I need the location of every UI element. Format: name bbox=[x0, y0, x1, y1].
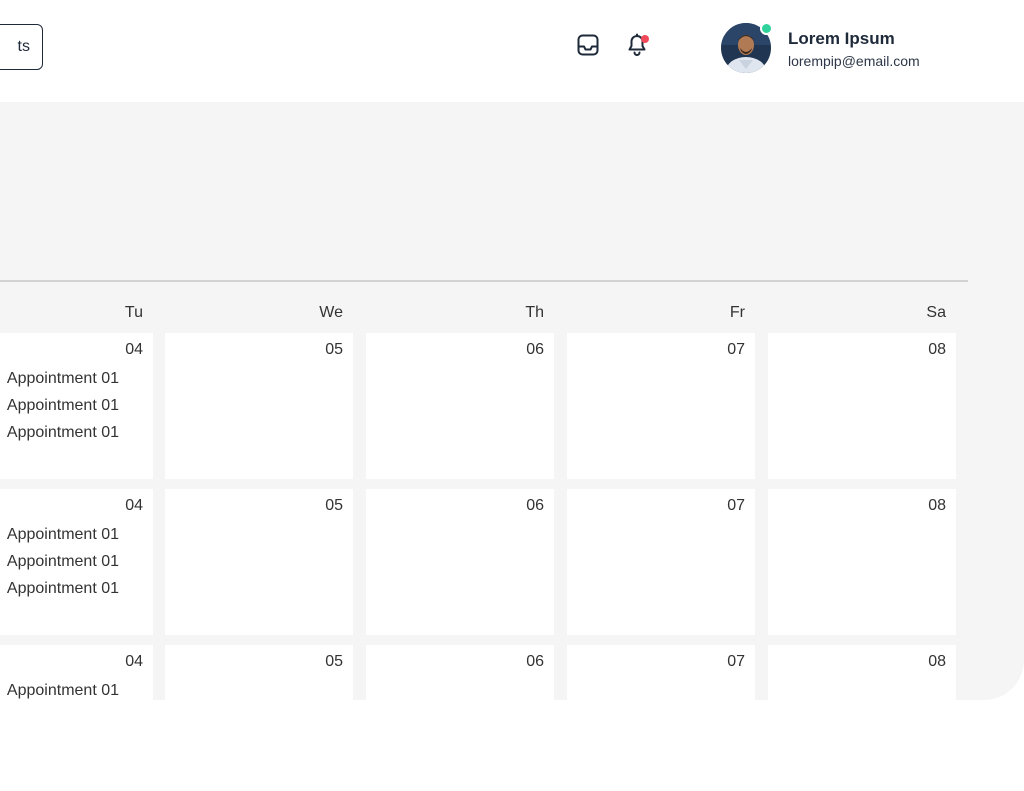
cell-date: 07 bbox=[727, 653, 745, 670]
cell-date: 05 bbox=[325, 341, 343, 358]
calendar-day-cell[interactable]: 07 bbox=[567, 333, 755, 479]
calendar-day-cell[interactable]: 04 Appointment 01 Appointment 01 Appointmen… bbox=[0, 333, 153, 479]
notification-dot bbox=[641, 35, 649, 43]
calendar-day-cell[interactable]: 04 Appointment 01 bbox=[0, 645, 153, 791]
calendar-day-cell[interactable]: 07 bbox=[567, 489, 755, 635]
cell-date: 06 bbox=[526, 497, 544, 514]
appointment-item[interactable]: Appointment 01 bbox=[7, 370, 119, 388]
notifications-button[interactable] bbox=[624, 33, 650, 60]
day-header-tu: Tu bbox=[124, 304, 143, 321]
appointment-item[interactable]: Appointment 01 bbox=[7, 424, 119, 442]
calendar-day-cell[interactable]: 04 Appointment 01 Appointment 01 Appointmen… bbox=[0, 489, 153, 635]
appointment-item[interactable]: Appointment 01 bbox=[7, 397, 119, 415]
calendar-day-cell[interactable]: 08 bbox=[768, 489, 956, 635]
user-email: lorempip@email.com bbox=[788, 53, 920, 69]
appointment-item[interactable]: Appointment 01 bbox=[7, 580, 119, 598]
cell-date: 07 bbox=[727, 497, 745, 514]
day-header-th: Th bbox=[525, 304, 544, 321]
inbox-icon bbox=[576, 33, 600, 62]
header-left-button-label: ts bbox=[17, 38, 30, 55]
online-status-dot bbox=[760, 22, 773, 35]
cell-date: 05 bbox=[325, 653, 343, 670]
avatar[interactable] bbox=[721, 22, 773, 73]
cell-date: 05 bbox=[325, 497, 343, 514]
header-left-button[interactable]: ts bbox=[0, 24, 43, 70]
top-header: ts Lorem Ipsum lorempip@email.com bbox=[0, 0, 1024, 102]
calendar-day-cell[interactable]: 07 bbox=[567, 645, 755, 791]
cell-date: 04 bbox=[125, 341, 143, 358]
day-header-we: We bbox=[319, 304, 343, 321]
calendar-day-cell[interactable]: 08 bbox=[768, 645, 956, 791]
cell-date: 08 bbox=[928, 341, 946, 358]
calendar-day-cell[interactable]: 05 bbox=[165, 645, 353, 791]
cell-date: 04 bbox=[125, 653, 143, 670]
appointment-item[interactable]: Appointment 01 bbox=[7, 526, 119, 544]
inbox-button[interactable] bbox=[575, 34, 601, 60]
calendar-day-cell[interactable]: 06 bbox=[366, 489, 554, 635]
day-header-fr: Fr bbox=[729, 304, 745, 321]
calendar-day-cell[interactable]: 05 bbox=[165, 333, 353, 479]
user-name: Lorem Ipsum bbox=[788, 29, 895, 48]
calendar-divider bbox=[0, 280, 968, 282]
cell-date: 04 bbox=[125, 497, 143, 514]
appointment-item[interactable]: Appointment 01 bbox=[7, 682, 119, 700]
day-header-sa: Sa bbox=[926, 304, 946, 321]
cell-date: 06 bbox=[526, 653, 544, 670]
appointment-item[interactable]: Appointment 01 bbox=[7, 553, 119, 571]
calendar-day-cell[interactable]: 05 bbox=[165, 489, 353, 635]
calendar-day-cell[interactable]: 06 bbox=[366, 645, 554, 791]
calendar-day-cell[interactable]: 06 bbox=[366, 333, 554, 479]
calendar-day-cell[interactable]: 08 bbox=[768, 333, 956, 479]
cell-date: 08 bbox=[928, 497, 946, 514]
cell-date: 06 bbox=[526, 341, 544, 358]
cell-date: 08 bbox=[928, 653, 946, 670]
cell-date: 07 bbox=[727, 341, 745, 358]
